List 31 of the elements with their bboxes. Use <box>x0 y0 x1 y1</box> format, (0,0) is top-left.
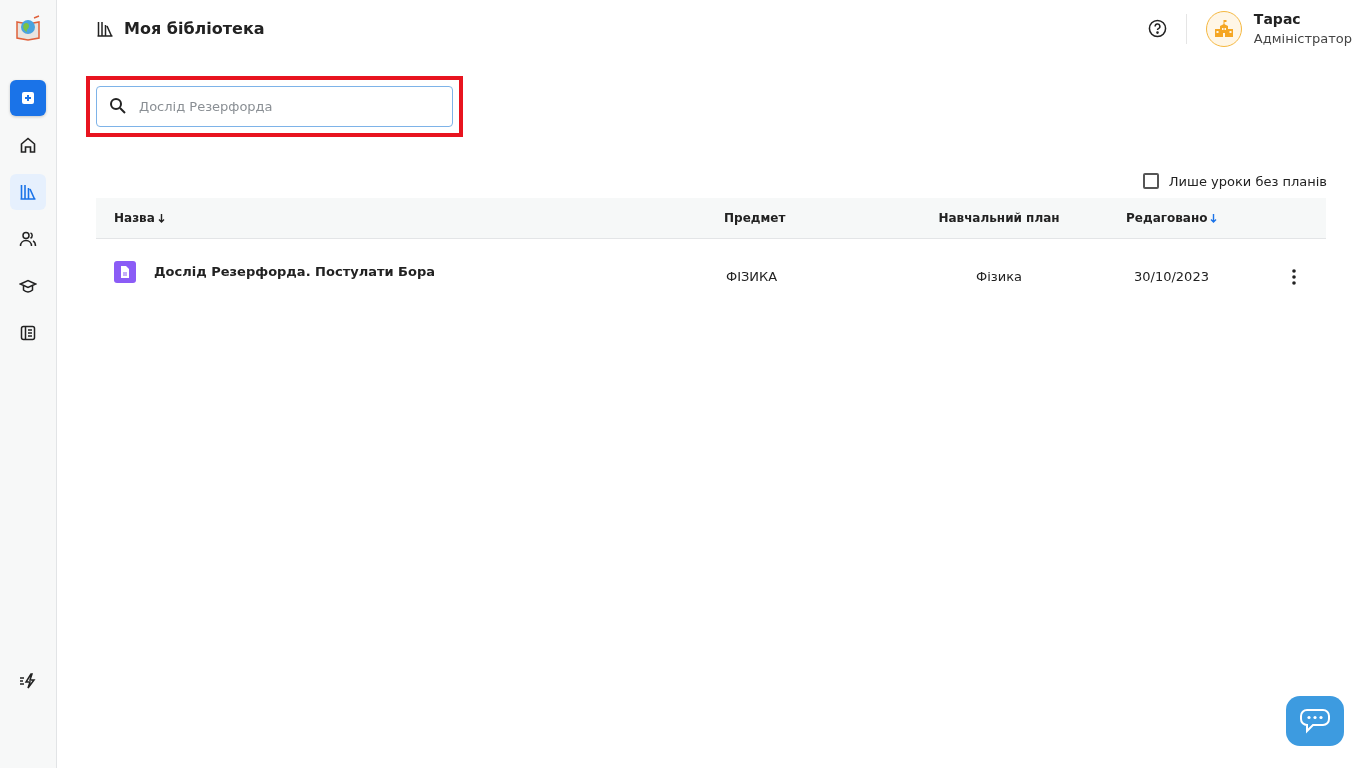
checkbox[interactable] <box>1142 173 1159 189</box>
books-icon <box>19 183 37 201</box>
search-icon <box>109 97 127 115</box>
lightning-icon[interactable] <box>19 672 37 690</box>
lesson-title[interactable]: Дослід Резерфорда. Постулати Бора <box>154 264 436 279</box>
sort-arrow-icon[interactable] <box>157 213 165 223</box>
plus-icon <box>21 91 35 105</box>
help-icon[interactable] <box>1147 19 1167 38</box>
logo-icon <box>14 14 42 42</box>
add-button[interactable] <box>10 80 46 116</box>
home-icon <box>19 136 37 154</box>
graduation-cap-icon <box>19 277 37 295</box>
column-header: Предмет <box>724 211 786 225</box>
search-field[interactable]: Дослід Резерфорда <box>96 86 453 127</box>
column-header[interactable]: Назва <box>114 211 155 225</box>
checkbox-label: Лише уроки без планів <box>1168 173 1327 189</box>
user-role: Адміністратор <box>1253 31 1352 46</box>
plan-cell: Фізика <box>976 269 1022 284</box>
date-cell: 30/10/2023 <box>1134 269 1209 284</box>
books-icon <box>96 19 114 38</box>
column-header: Навчальний план <box>938 211 1060 225</box>
column-header[interactable]: Редаговано <box>1126 211 1208 225</box>
page-title: Моя бібліотека <box>124 19 265 38</box>
school-building-icon <box>1213 18 1234 39</box>
user-name: Тарас <box>1253 11 1302 27</box>
chat-button[interactable] <box>1286 696 1344 746</box>
notebook-icon <box>19 324 37 342</box>
users-icon <box>19 230 37 248</box>
chat-bubble-icon <box>1299 707 1331 735</box>
subject-cell: ФІЗИКА <box>726 269 778 284</box>
document-icon <box>114 260 136 283</box>
